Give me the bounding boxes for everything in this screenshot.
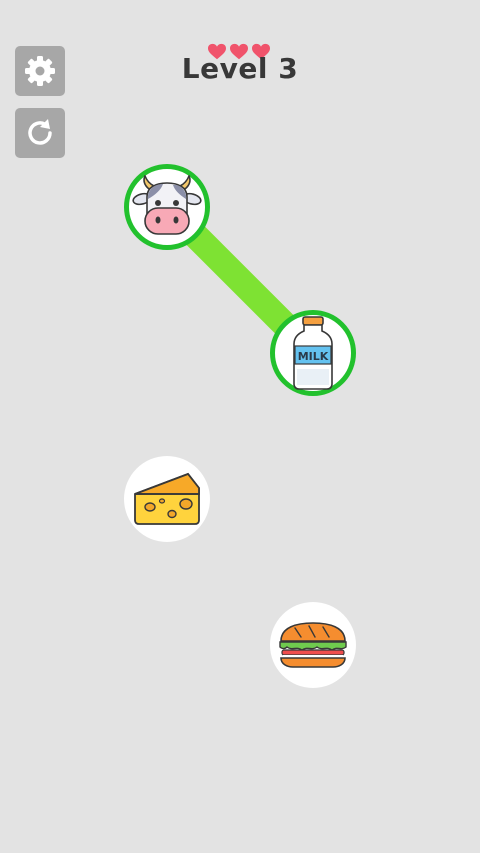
connection-layer [157,197,323,363]
cow-icon [132,175,202,235]
item-sandwich[interactable] [270,602,356,688]
sandwich-icon [279,622,347,668]
milk-bottle-icon: MILK [293,316,333,390]
item-milk[interactable]: MILK [270,310,356,396]
cheese-icon [134,472,200,525]
item-cow[interactable] [124,164,210,250]
item-cheese[interactable] [124,456,210,542]
milk-label: MILK [298,350,329,363]
